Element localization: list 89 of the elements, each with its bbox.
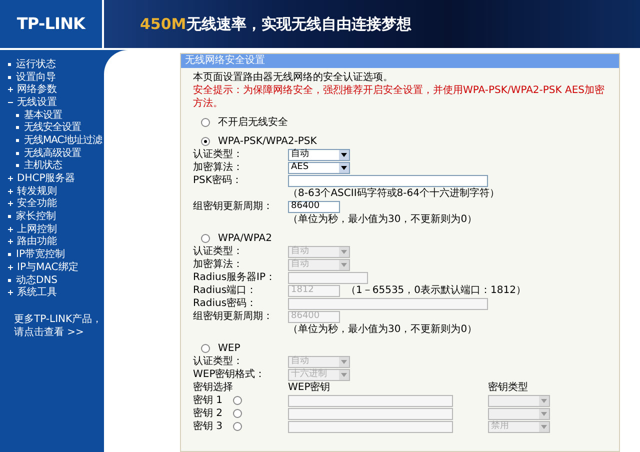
- bullet-icon: [8, 76, 11, 79]
- dropdown[interactable]: [488, 394, 550, 406]
- promo-text: 更多TP-LINK产品，: [14, 313, 104, 326]
- column-header: 密钥类型: [488, 380, 528, 395]
- radio-button[interactable]: [233, 422, 242, 431]
- sidebar-subitem[interactable]: 无线MAC地址过滤: [8, 134, 104, 147]
- hint-text: （8-63个ASCII码字符或8-64个十六进制字符）: [288, 186, 500, 201]
- sidebar-item[interactable]: 系统工具: [8, 286, 104, 300]
- bullet-icon: [16, 152, 19, 155]
- bullet-icon: [8, 253, 11, 256]
- input-field[interactable]: [288, 394, 453, 406]
- bullet-icon: [8, 278, 11, 282]
- input-field[interactable]: [288, 420, 453, 432]
- promo-link[interactable]: 请点击查看 >>: [14, 326, 104, 340]
- sidebar-item[interactable]: 运行状态: [8, 58, 104, 71]
- dropdown-arrow-icon: [539, 422, 549, 432]
- sidebar-subitem[interactable]: 无线安全设置: [8, 121, 104, 134]
- sidebar-item[interactable]: 网络参数: [8, 83, 104, 96]
- field-label: 密钥选择: [193, 380, 234, 394]
- dropdown-arrow-icon: [339, 356, 349, 366]
- field-label: 认证类型：: [193, 244, 244, 258]
- sidebar-subitem[interactable]: 主机状态: [8, 160, 104, 172]
- slogan: 450M无线速率，实现无线自由连接梦想: [140, 14, 412, 35]
- field-label: WEP密钥格式：: [193, 368, 266, 382]
- dropdown-arrow-icon: [339, 246, 349, 256]
- sidebar-item[interactable]: 动态DNS: [8, 274, 104, 286]
- sidebar-item[interactable]: 无线设置: [8, 96, 104, 109]
- input-field[interactable]: [288, 272, 368, 284]
- field-label: Radius服务器IP：: [193, 271, 277, 284]
- sidebar-subitem[interactable]: 无线高级设置: [8, 146, 104, 160]
- logo: TP-LINK: [16, 13, 86, 35]
- field-label: 加密算法：: [193, 258, 244, 272]
- intro-text: 本页面设置路由器无线网络的安全认证选项。: [193, 71, 394, 84]
- sidebar-item[interactable]: 家长控制: [8, 210, 104, 223]
- field-label: 密钥 3: [193, 420, 224, 434]
- field-label: 组密钥更新周期：: [193, 200, 274, 214]
- radio-label: WPA-PSK/WPA2-PSK: [218, 134, 317, 148]
- radio-button[interactable]: [201, 344, 210, 352]
- field-label: PSK密码：: [193, 174, 243, 188]
- field-label: 密钥 2: [193, 406, 224, 420]
- dropdown-arrow-icon: [339, 162, 349, 172]
- dropdown-arrow-icon: [339, 260, 349, 270]
- dropdown-arrow-icon: [539, 396, 549, 406]
- field-label: 认证类型：: [193, 148, 244, 162]
- sidebar-subitem[interactable]: 基本设置: [8, 108, 104, 122]
- bullet-icon: [16, 126, 19, 130]
- bullet-icon: [16, 138, 19, 142]
- dropdown-arrow-icon: [339, 370, 349, 380]
- radio-button[interactable]: [201, 118, 210, 126]
- radio-label: 不开启无线安全: [218, 116, 288, 130]
- radio-button[interactable]: [201, 234, 210, 242]
- radio-label: WEP: [218, 342, 240, 356]
- input-field[interactable]: 86400: [288, 200, 340, 212]
- dropdown[interactable]: 自动: [288, 148, 350, 160]
- sidebar-item[interactable]: 安全功能: [8, 198, 104, 210]
- bullet-icon: [8, 62, 11, 66]
- bullet-icon: [8, 215, 11, 218]
- sidebar-item[interactable]: 转发规则: [8, 184, 104, 198]
- input-field[interactable]: [288, 174, 488, 186]
- field-label: 认证类型：: [193, 354, 244, 368]
- bullet-icon: [16, 114, 19, 117]
- radio-button[interactable]: [201, 136, 210, 146]
- panel-title: 无线网络安全设置: [181, 54, 619, 68]
- field-label: 密钥 1: [193, 394, 224, 408]
- field-label: 组密钥更新周期：: [193, 310, 274, 324]
- sidebar-item[interactable]: 上网控制: [8, 222, 104, 236]
- field-label: 加密算法：: [193, 160, 244, 174]
- field-label: Radius密码：: [193, 296, 258, 310]
- warning-text: 安全提示：为保障网络安全，强烈推荐开启安全设置，并使用WPA-PSK/WPA2-PSK AES加密方法。: [193, 84, 606, 110]
- dropdown[interactable]: AES: [288, 162, 350, 174]
- sidebar-item[interactable]: 路由功能: [8, 236, 104, 248]
- sidebar-item[interactable]: IP带宽控制: [8, 248, 104, 261]
- radio-button[interactable]: [233, 396, 242, 405]
- radio-label: WPA/WPA2: [218, 232, 272, 246]
- hint-text: （单位为秒，最小值为30，不更新则为0）: [288, 322, 478, 337]
- field-label: Radius端口：: [193, 284, 258, 298]
- bullet-icon: [16, 164, 19, 168]
- sidebar-item[interactable]: 设置向导: [8, 70, 104, 84]
- input-field[interactable]: [288, 408, 453, 420]
- dropdown-arrow-icon: [339, 150, 349, 160]
- column-header: WEP密钥: [288, 380, 332, 395]
- hint-text: （1－65535，0表示默认端口：1812）: [346, 284, 526, 298]
- sidebar-item[interactable]: DHCP服务器: [8, 172, 104, 185]
- hint-text: （单位为秒，最小值为30，不更新则为0）: [288, 212, 478, 227]
- dropdown-arrow-icon: [539, 408, 549, 418]
- sidebar-item[interactable]: IP与MAC绑定: [8, 261, 104, 274]
- radio-button[interactable]: [233, 409, 242, 418]
- dropdown[interactable]: [488, 408, 550, 420]
- input-field[interactable]: [288, 298, 488, 310]
